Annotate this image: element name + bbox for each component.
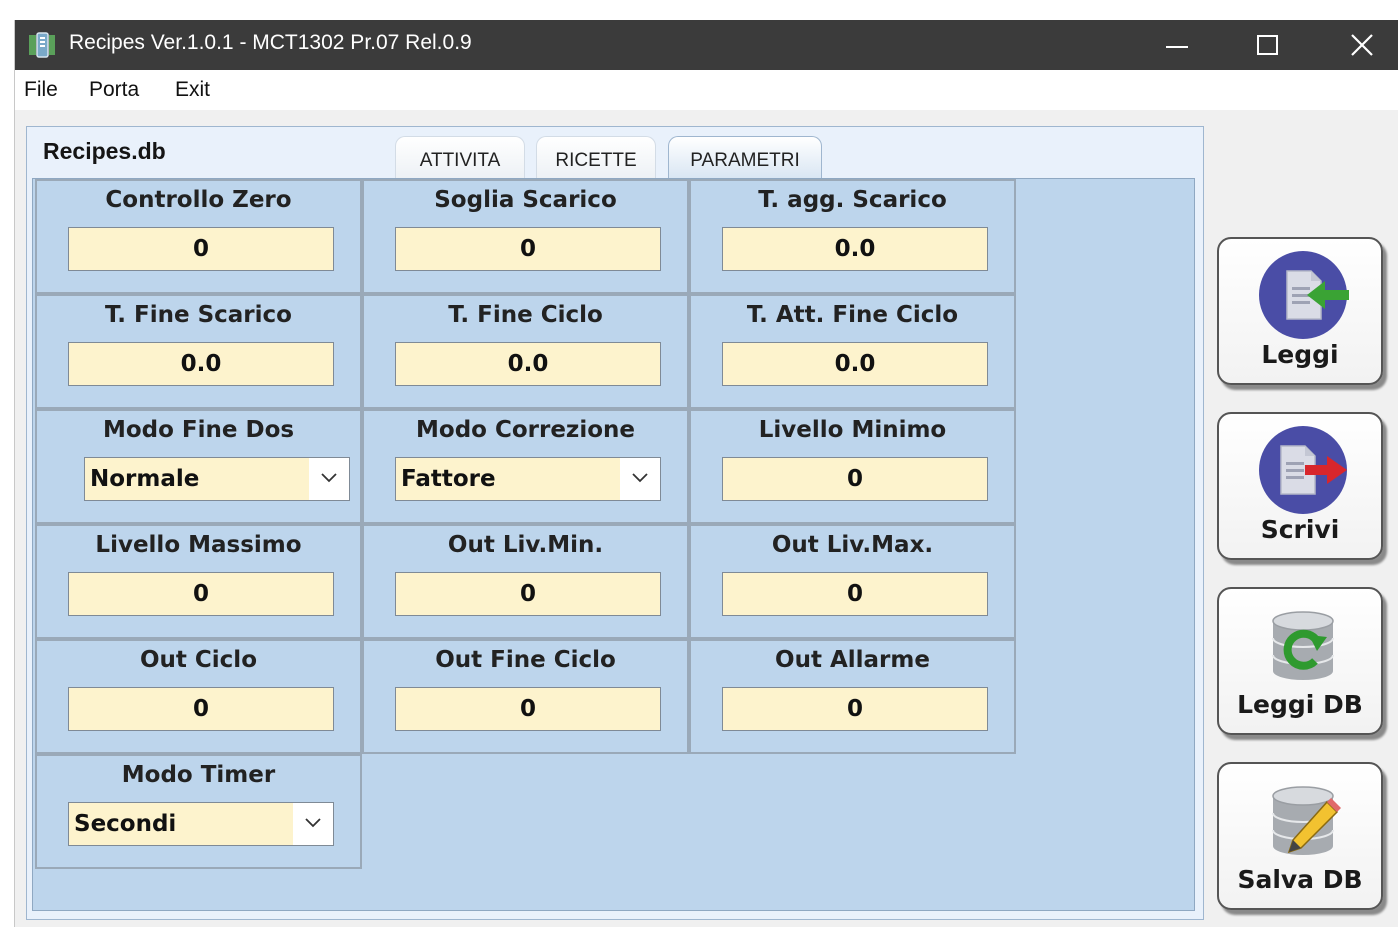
select-value: Normale [90, 466, 200, 492]
param-soglia-scarico: Soglia Scarico 0 [362, 179, 689, 294]
maximize-button[interactable] [1246, 26, 1290, 64]
modo-timer-select[interactable]: Secondi [68, 802, 334, 846]
database-save-icon [1272, 786, 1341, 855]
database-name: Recipes.db [43, 138, 166, 164]
document-export-icon [1259, 426, 1347, 514]
param-t-fine-ciclo: T. Fine Ciclo 0.0 [362, 294, 689, 409]
leggi-db-button[interactable]: Leggi DB [1217, 587, 1383, 735]
maximize-icon [1257, 35, 1278, 55]
database-refresh-icon [1272, 611, 1334, 680]
app-icon [27, 31, 57, 59]
close-icon [1351, 34, 1373, 56]
param-modo-timer: Modo Timer Secondi [35, 754, 362, 869]
dropdown-button[interactable] [620, 458, 660, 500]
chevron-down-icon [321, 473, 337, 483]
dropdown-button[interactable] [309, 458, 349, 500]
livello-massimo-input[interactable]: 0 [68, 572, 334, 616]
param-label: T. agg. Scarico [758, 187, 947, 213]
menu-exit[interactable]: Exit [175, 78, 210, 102]
param-label: Livello Minimo [758, 417, 947, 443]
controllo-zero-input[interactable]: 0 [68, 227, 334, 271]
t-att-fine-ciclo-input[interactable]: 0.0 [722, 342, 988, 386]
leggi-db-label: Leggi DB [1237, 690, 1363, 719]
out-allarme-input[interactable]: 0 [722, 687, 988, 731]
param-label: Out Fine Ciclo [435, 647, 616, 673]
menu-porta[interactable]: Porta [89, 78, 139, 102]
param-t-agg-scarico: T. agg. Scarico 0.0 [689, 179, 1016, 294]
salva-db-button[interactable]: Salva DB [1217, 762, 1383, 910]
out-ciclo-input[interactable]: 0 [68, 687, 334, 731]
param-label: Out Liv.Max. [771, 532, 934, 558]
param-label: Out Allarme [775, 647, 930, 673]
chevron-down-icon [632, 473, 648, 483]
salva-db-label: Salva DB [1237, 865, 1363, 894]
param-label: Modo Timer [121, 762, 276, 788]
tab-control: Recipes.db ATTIVITA RICETTE PARAMETRI Co… [26, 126, 1204, 920]
param-t-fine-scarico: T. Fine Scarico 0.0 [35, 294, 362, 409]
param-out-allarme: Out Allarme 0 [689, 639, 1016, 754]
param-label: Controllo Zero [105, 187, 292, 213]
param-controllo-zero: Controllo Zero 0 [35, 179, 362, 294]
t-fine-scarico-input[interactable]: 0.0 [68, 342, 334, 386]
close-button[interactable] [1340, 26, 1384, 64]
out-liv-min-input[interactable]: 0 [395, 572, 661, 616]
menu-bar: File Porta Exit [15, 70, 1398, 110]
t-fine-ciclo-input[interactable]: 0.0 [395, 342, 661, 386]
scrivi-button[interactable]: Scrivi [1217, 412, 1383, 560]
modo-correzione-select[interactable]: Fattore [395, 457, 661, 501]
soglia-scarico-input[interactable]: 0 [395, 227, 661, 271]
tab-attivita[interactable]: ATTIVITA [395, 136, 525, 178]
param-label: Soglia Scarico [434, 187, 617, 213]
document-import-icon [1259, 251, 1349, 339]
minimize-button[interactable] [1155, 26, 1199, 64]
dropdown-button[interactable] [293, 803, 333, 845]
minimize-icon [1166, 46, 1188, 48]
modo-fine-dos-select[interactable]: Normale [84, 457, 350, 501]
param-modo-correzione: Modo Correzione Fattore [362, 409, 689, 524]
t-agg-scarico-input[interactable]: 0.0 [722, 227, 988, 271]
leggi-button[interactable]: Leggi [1217, 237, 1383, 385]
param-out-liv-max: Out Liv.Max. 0 [689, 524, 1016, 639]
tab-ricette[interactable]: RICETTE [536, 136, 656, 178]
tab-parametri[interactable]: PARAMETRI [668, 136, 822, 178]
param-t-att-fine-ciclo: T. Att. Fine Ciclo 0.0 [689, 294, 1016, 409]
param-out-liv-min: Out Liv.Min. 0 [362, 524, 689, 639]
menu-file[interactable]: File [24, 78, 58, 102]
livello-minimo-input[interactable]: 0 [722, 457, 988, 501]
select-value: Secondi [74, 811, 177, 837]
leggi-label: Leggi [1261, 340, 1339, 369]
param-livello-massimo: Livello Massimo 0 [35, 524, 362, 639]
param-label: Out Liv.Min. [447, 532, 604, 558]
out-liv-max-input[interactable]: 0 [722, 572, 988, 616]
param-label: T. Att. Fine Ciclo [746, 302, 959, 328]
title-bar[interactable]: Recipes Ver.1.0.1 - MCT1302 Pr.07 Rel.0.… [15, 20, 1398, 70]
param-out-ciclo: Out Ciclo 0 [35, 639, 362, 754]
param-label: Livello Massimo [95, 532, 302, 558]
param-label: Out Ciclo [139, 647, 257, 673]
param-label: T. Fine Scarico [105, 302, 292, 328]
param-label: Modo Fine Dos [102, 417, 295, 443]
param-modo-fine-dos: Modo Fine Dos Normale [35, 409, 362, 524]
param-label: Modo Correzione [416, 417, 635, 443]
scrivi-label: Scrivi [1260, 515, 1340, 544]
app-window: Recipes Ver.1.0.1 - MCT1302 Pr.07 Rel.0.… [14, 20, 1398, 927]
window-title: Recipes Ver.1.0.1 - MCT1302 Pr.07 Rel.0.… [69, 31, 472, 54]
param-livello-minimo: Livello Minimo 0 [689, 409, 1016, 524]
chevron-down-icon [305, 818, 321, 828]
parametri-panel: Controllo Zero 0 Soglia Scarico 0 T. agg… [32, 178, 1195, 911]
out-fine-ciclo-input[interactable]: 0 [395, 687, 661, 731]
select-value: Fattore [401, 466, 496, 492]
param-label: T. Fine Ciclo [448, 302, 603, 328]
param-out-fine-ciclo: Out Fine Ciclo 0 [362, 639, 689, 754]
